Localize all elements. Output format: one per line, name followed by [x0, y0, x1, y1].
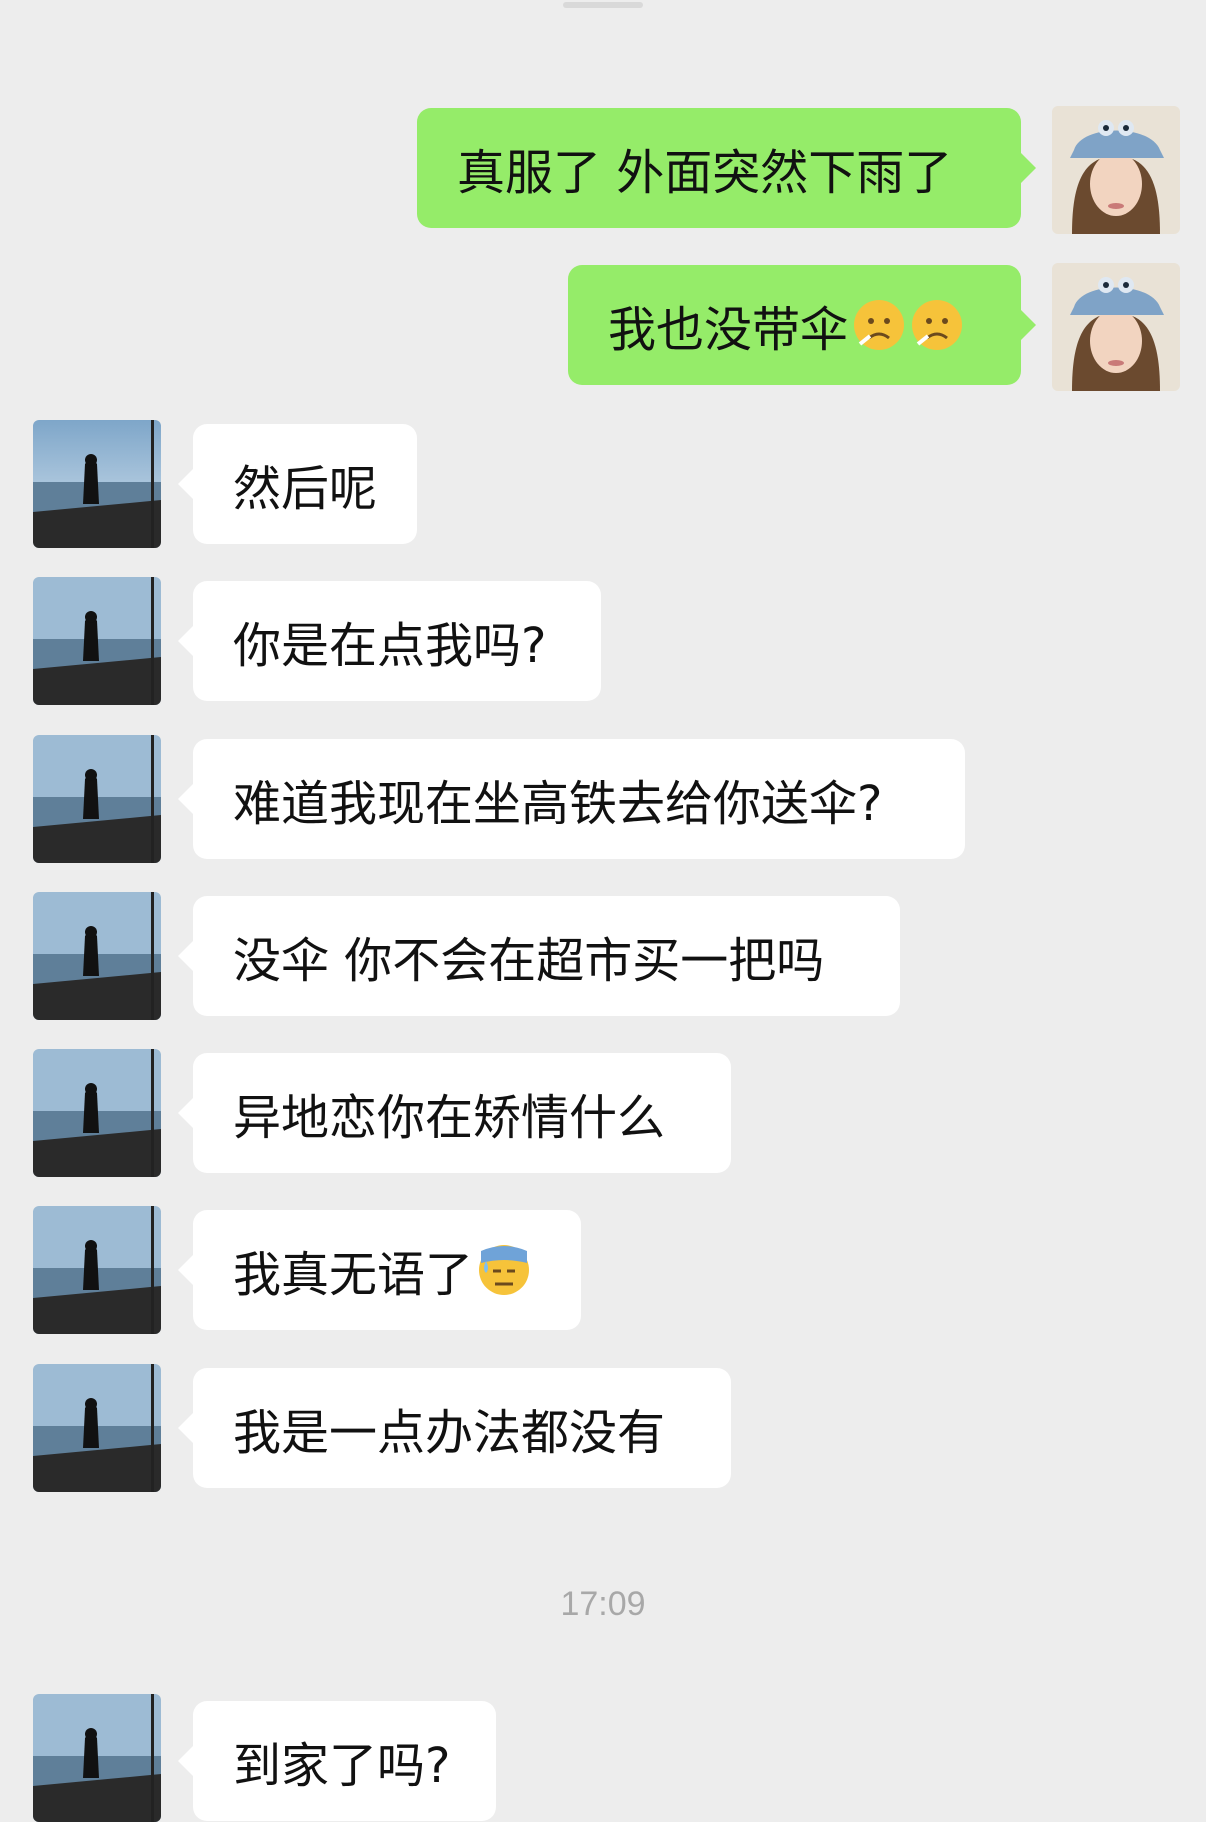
received-avatar[interactable]	[33, 420, 161, 548]
received-message-bubble[interactable]: 你是在点我吗?	[178, 581, 601, 701]
received-avatar[interactable]	[33, 735, 161, 863]
sent-avatar[interactable]	[1052, 263, 1180, 391]
message-text: 到家了吗?	[233, 1738, 451, 1794]
received-message-bubble[interactable]: 到家了吗?	[178, 1701, 496, 1821]
received-avatar[interactable]	[33, 1049, 161, 1177]
received-avatar[interactable]	[33, 892, 161, 1020]
received-avatar[interactable]	[33, 1364, 161, 1492]
received-avatar[interactable]	[33, 577, 161, 705]
person-on-deck-avatar-icon	[33, 1049, 161, 1177]
received-message-bubble[interactable]: 异地恋你在矫情什么	[178, 1053, 731, 1173]
received-avatar[interactable]	[33, 1206, 161, 1334]
received-message-bubble[interactable]: 我真无语了	[178, 1210, 581, 1330]
received-message-bubble[interactable]: 我是一点办法都没有	[178, 1368, 731, 1488]
message-timestamp: 17:09	[560, 1585, 646, 1623]
message-text: 我也没带伞	[608, 302, 849, 358]
message-text: 你是在点我吗?	[233, 618, 547, 674]
message-text: 没伞 你不会在超市买一把吗	[233, 933, 825, 989]
received-avatar[interactable]	[33, 1694, 161, 1822]
chat-message-list[interactable]: 真服了 外面突然下雨了 我也没带伞 然后呢 你是在点我吗? 难道我现在坐高铁去给…	[0, 0, 1206, 1822]
woman-with-cap-avatar-icon	[1052, 263, 1180, 391]
sent-message-bubble[interactable]: 我也没带伞	[568, 265, 1036, 385]
person-on-deck-avatar-icon	[33, 577, 161, 705]
message-text: 真服了 外面突然下雨了	[457, 145, 953, 201]
sad-face-emoji-icon	[852, 298, 906, 352]
message-text: 异地恋你在矫情什么	[233, 1090, 666, 1146]
message-text: 我真无语了	[233, 1247, 474, 1303]
sweat-face-emoji-icon	[477, 1243, 531, 1297]
sent-message-bubble[interactable]: 真服了 外面突然下雨了	[417, 108, 1036, 228]
person-on-deck-avatar-icon	[33, 1364, 161, 1492]
message-text: 我是一点办法都没有	[233, 1405, 666, 1461]
woman-with-cap-avatar-icon	[1052, 106, 1180, 234]
received-message-bubble[interactable]: 没伞 你不会在超市买一把吗	[178, 896, 900, 1016]
sad-face-emoji-icon	[910, 298, 964, 352]
received-message-bubble[interactable]: 难道我现在坐高铁去给你送伞?	[178, 739, 965, 859]
person-on-deck-avatar-icon	[33, 892, 161, 1020]
person-on-deck-avatar-icon	[33, 1206, 161, 1334]
person-on-deck-avatar-icon	[33, 420, 161, 548]
person-on-deck-avatar-icon	[33, 735, 161, 863]
sent-avatar[interactable]	[1052, 106, 1180, 234]
message-text: 然后呢	[233, 461, 378, 517]
received-message-bubble[interactable]: 然后呢	[178, 424, 417, 544]
person-on-deck-avatar-icon	[33, 1694, 161, 1822]
message-text: 难道我现在坐高铁去给你送伞?	[233, 776, 883, 832]
